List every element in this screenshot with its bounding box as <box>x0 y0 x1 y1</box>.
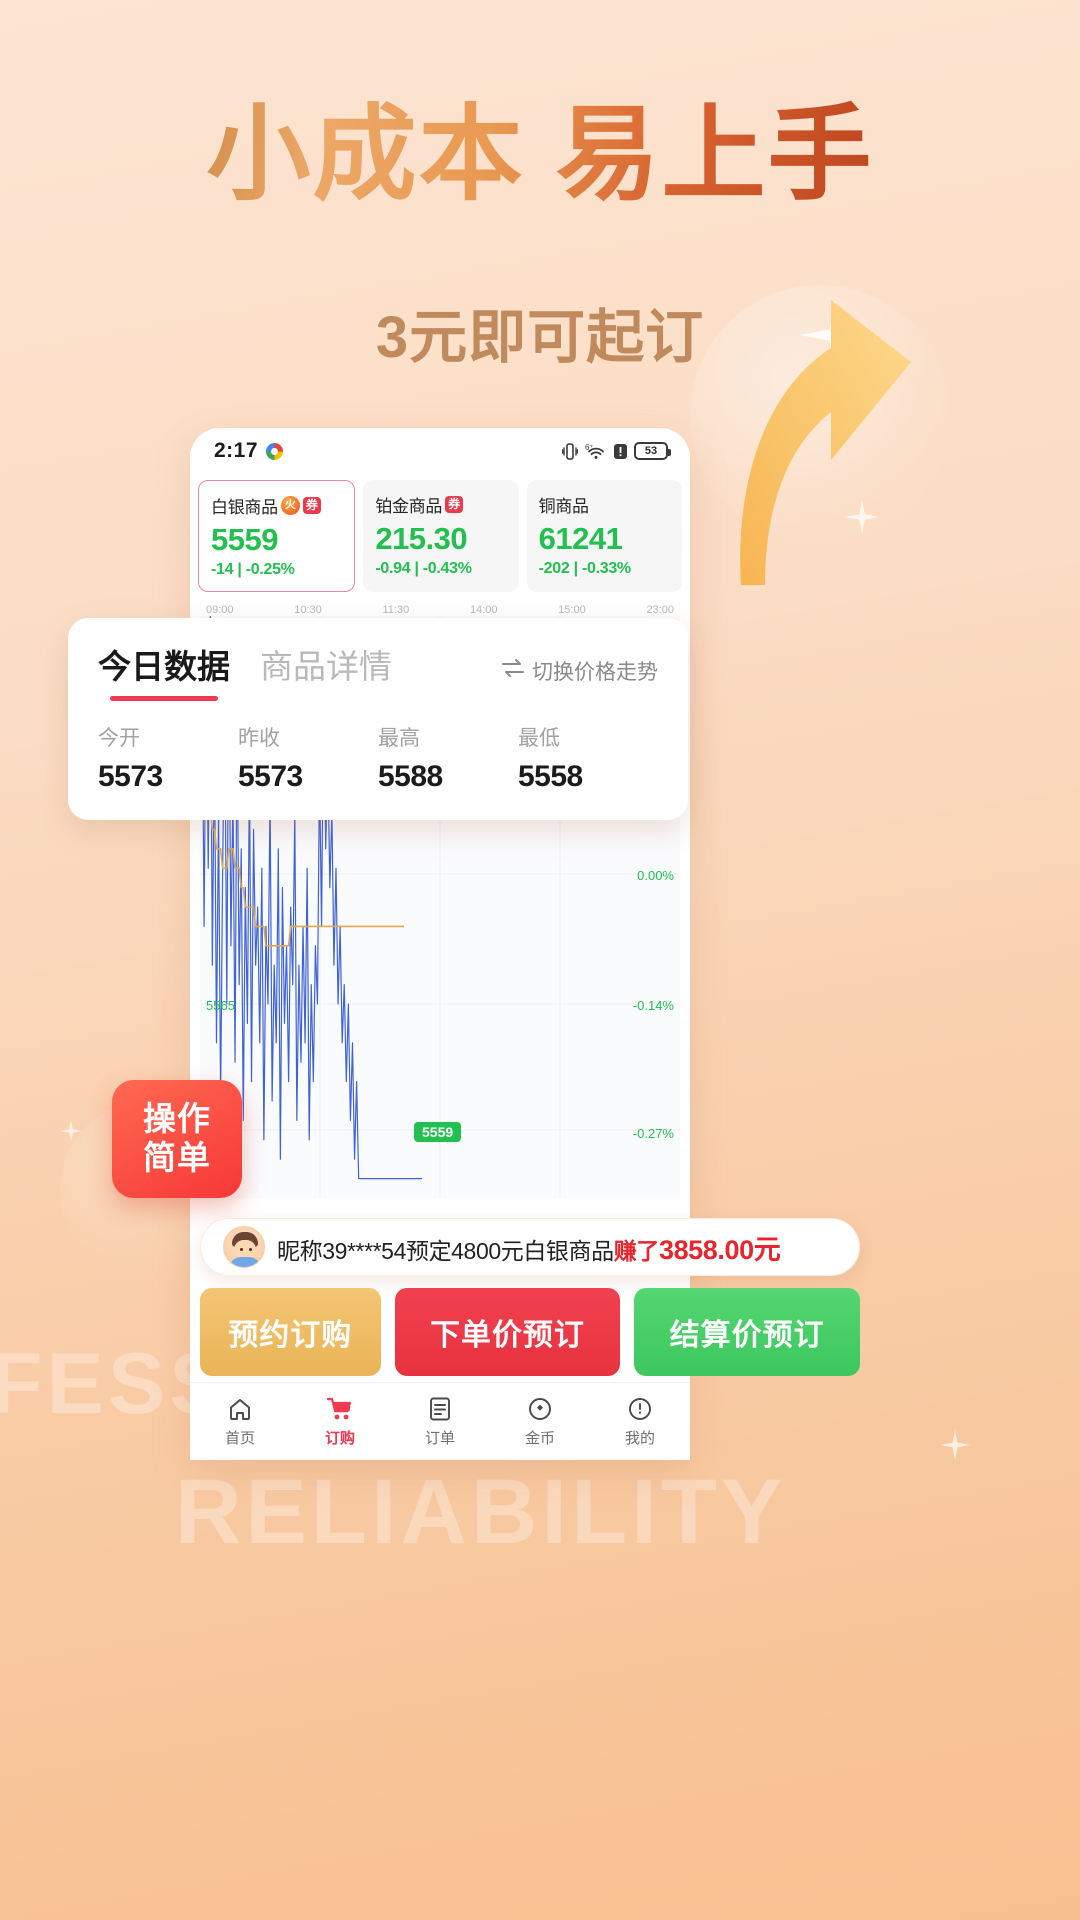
bottom-nav-bar: 首页 订购 订单 金币 我的 <box>190 1382 690 1460</box>
nav-item-home[interactable]: 首页 <box>190 1396 290 1448</box>
product-price: 215.30 <box>375 522 508 556</box>
order-price-booking-button[interactable]: 下单价预订 <box>395 1288 621 1376</box>
avatar <box>223 1226 265 1268</box>
nav-label: 订单 <box>425 1427 455 1448</box>
wifi-6-icon: 6⁺ <box>585 442 607 460</box>
list-icon <box>428 1396 452 1422</box>
nav-item-order[interactable]: 订购 <box>290 1396 390 1448</box>
photos-icon <box>266 443 283 460</box>
chart-x-tick: 10:30 <box>294 604 322 616</box>
stat-value: 5588 <box>378 760 518 794</box>
product-price: 61241 <box>539 522 672 556</box>
today-stats-row: 今开 5573 昨收 5573 最高 5588 最低 5558 <box>98 722 658 794</box>
product-card-header: 铜商品 <box>539 492 672 517</box>
nav-label: 首页 <box>225 1427 255 1448</box>
tab-product-detail[interactable]: 商品详情 <box>260 640 392 688</box>
badge-line-1: 操作 <box>143 1100 211 1139</box>
badge-line-2: 简单 <box>143 1139 211 1178</box>
chart-x-tick: 23:00 <box>646 604 674 616</box>
product-card-platinum[interactable]: 铂金商品 券 215.30 -0.94 | -0.43% <box>363 480 518 592</box>
status-bar-left: 2:17 <box>214 439 283 463</box>
page-title: 小成本 易上手 <box>0 98 1080 212</box>
stat-prev-close: 昨收 5573 <box>238 722 378 794</box>
product-price: 5559 <box>211 523 344 557</box>
notice-highlight: 赚了 <box>614 1238 659 1264</box>
chart-x-tick: 15:00 <box>558 604 586 616</box>
stat-low: 最低 5558 <box>518 722 658 794</box>
notice-prefix: 昵称39****54预定4800元白银商品 <box>277 1238 614 1264</box>
chart-x-axis-labels: 09:00 10:30 11:30 14:00 15:00 23:00 <box>190 602 690 616</box>
cart-icon <box>326 1396 354 1422</box>
stat-label: 今开 <box>98 722 238 752</box>
status-time: 2:17 <box>214 439 258 463</box>
battery-indicator: 53 <box>634 442 668 460</box>
product-card-copper[interactable]: 铜商品 61241 -202 | -0.33% <box>527 480 682 592</box>
product-card-silver[interactable]: 白银商品 火 券 5559 -14 | -0.25% <box>198 480 355 592</box>
alert-icon <box>614 443 627 460</box>
product-name: 白银商品 <box>211 493 278 518</box>
operation-simple-badge: 操作 简单 <box>112 1080 242 1198</box>
coupon-badge-icon: 券 <box>303 497 321 515</box>
nav-label: 金币 <box>525 1427 555 1448</box>
today-data-panel: 今日数据 商品详情 切换价格走势 今开 5573 昨收 5573 最高 5588… <box>68 618 688 820</box>
panel-tab-bar: 今日数据 商品详情 切换价格走势 <box>98 640 658 688</box>
stat-open: 今开 5573 <box>98 722 238 794</box>
stat-value: 5558 <box>518 760 658 794</box>
notice-amount: 3858.00元 <box>659 1235 780 1265</box>
stat-value: 5573 <box>238 760 378 794</box>
coin-icon <box>527 1396 553 1422</box>
chart-x-tick: 11:30 <box>383 604 410 616</box>
chart-x-tick: 09:00 <box>206 604 234 616</box>
status-bar-right: 6⁺ 53 <box>562 442 668 461</box>
settlement-price-booking-button[interactable]: 结算价预订 <box>634 1288 860 1376</box>
order-notice-text: 昵称39****54预定4800元白银商品赚了3858.00元 <box>277 1228 780 1267</box>
chart-y-right-tick: -0.27% <box>633 1126 674 1141</box>
switch-price-trend-button[interactable]: 切换价格走势 <box>501 656 658 686</box>
chart-y-right-tick: 0.00% <box>637 868 674 883</box>
product-card-header: 铂金商品 券 <box>375 492 508 517</box>
product-change: -0.94 | -0.43% <box>375 560 508 578</box>
vibrate-icon <box>562 442 578 461</box>
product-name: 铂金商品 <box>375 492 442 517</box>
product-name: 铜商品 <box>539 492 589 517</box>
nav-item-coins[interactable]: 金币 <box>490 1396 590 1448</box>
product-change: -202 | -0.33% <box>539 560 672 578</box>
swap-icon <box>501 658 525 684</box>
chart-x-tick: 14:00 <box>470 604 498 616</box>
nav-item-profile[interactable]: 我的 <box>590 1396 690 1448</box>
coupon-badge-icon: 券 <box>445 496 463 514</box>
status-bar: 2:17 6⁺ 53 <box>190 428 690 474</box>
chart-y-left-tick: 5565 <box>206 998 235 1013</box>
sparkle-icon <box>940 1430 970 1460</box>
home-icon <box>227 1396 253 1422</box>
stat-value: 5573 <box>98 760 238 794</box>
watermark-text-bottom: RELIABILITY <box>175 1460 786 1565</box>
reserve-order-button[interactable]: 预约订购 <box>200 1288 381 1376</box>
product-change: -14 | -0.25% <box>211 561 344 579</box>
nav-item-orders-list[interactable]: 订单 <box>390 1396 490 1448</box>
switch-price-trend-label: 切换价格走势 <box>532 656 658 686</box>
stat-high: 最高 5588 <box>378 722 518 794</box>
nav-label: 订购 <box>325 1427 355 1448</box>
chart-last-marker: 5559 <box>414 1122 461 1142</box>
order-notice-marquee[interactable]: 昵称39****54预定4800元白银商品赚了3858.00元 <box>200 1218 860 1276</box>
tab-today-data[interactable]: 今日数据 <box>98 640 230 688</box>
fire-badge-icon: 火 <box>281 496 300 515</box>
product-card-header: 白银商品 火 券 <box>211 493 344 518</box>
person-icon <box>627 1396 653 1422</box>
stat-label: 最高 <box>378 722 518 752</box>
cta-button-row: 预约订购 下单价预订 结算价预订 <box>200 1288 860 1376</box>
product-card-list: 白银商品 火 券 5559 -14 | -0.25% 铂金商品 券 215.30… <box>190 474 690 602</box>
sparkle-icon <box>845 500 879 534</box>
page-subtitle: 3元即可起订 <box>0 290 1080 374</box>
nav-label: 我的 <box>625 1427 655 1448</box>
chart-y-right-tick: -0.14% <box>633 998 674 1013</box>
stat-label: 最低 <box>518 722 658 752</box>
sparkle-icon <box>60 1120 82 1142</box>
stat-label: 昨收 <box>238 722 378 752</box>
